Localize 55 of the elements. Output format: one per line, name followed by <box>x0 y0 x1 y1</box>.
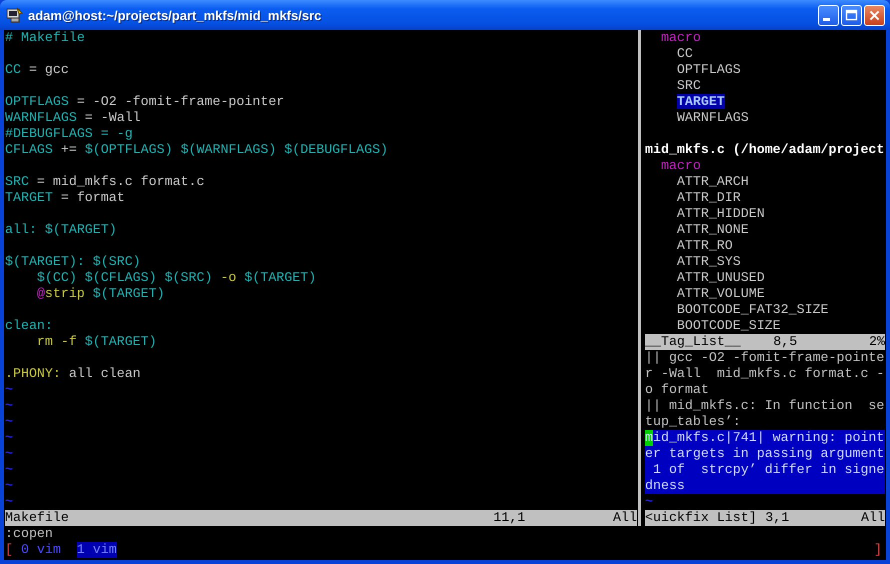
tag-group-label: macro <box>660 158 701 173</box>
code-line: @strip $(TARGET) <box>36 286 166 302</box>
tag-item[interactable]: OPTFLAGS <box>676 62 741 77</box>
tag-item[interactable]: TARGET <box>676 94 725 109</box>
minimize-button[interactable] <box>818 4 839 26</box>
empty-line-marker: ~ <box>5 382 14 398</box>
empty-line-marker: ~ <box>645 494 654 510</box>
quickfix-entry[interactable]: || gcc -O2 -fomit-frame-pointe r -Wall mid_mkfs.c format.c - o format <box>645 350 885 398</box>
tag-item[interactable]: ATTR_ARCH <box>676 174 749 189</box>
tag-item[interactable]: BOOTCODE_FAT32_SIZE <box>676 302 829 317</box>
tag-group-label: macro <box>660 30 701 45</box>
screen-window-tab[interactable]: 1 vim <box>76 542 117 558</box>
maximize-button[interactable] <box>841 4 862 26</box>
code-line: # Makefile <box>5 30 86 46</box>
tag-item[interactable]: ATTR_VOLUME <box>676 286 765 301</box>
file-heading[interactable]: mid_mkfs.c (/home/adam/project <box>645 142 885 158</box>
code-line: CC = gcc <box>5 62 70 78</box>
tag-item[interactable]: SRC <box>676 78 701 93</box>
minimize-icon <box>823 18 830 20</box>
bracket-mark: ] <box>874 542 882 558</box>
code-line: WARNFLAGS = -Wall <box>5 110 142 126</box>
screen-window-tab[interactable]: 0 vim <box>20 542 61 558</box>
code-line: TARGET = format <box>5 190 126 206</box>
tag-item[interactable]: CC <box>676 46 693 61</box>
empty-line-marker: ~ <box>5 462 14 478</box>
empty-line-marker: ~ <box>5 446 14 462</box>
tag-item[interactable]: ATTR_SYS <box>676 254 741 269</box>
code-line: #DEBUGFLAGS = -g <box>5 126 134 142</box>
tag-item[interactable]: ATTR_UNUSED <box>676 270 765 285</box>
code-line: $(CC) $(CFLAGS) $(SRC) -o $(TARGET) <box>36 270 318 286</box>
tag-item[interactable]: ATTR_RO <box>676 238 733 253</box>
tag-item[interactable]: ATTR_NONE <box>676 222 749 237</box>
tag-item[interactable]: WARNFLAGS <box>676 110 749 125</box>
code-line: rm -f $(TARGET) <box>36 334 158 350</box>
empty-line-marker: ~ <box>5 398 14 414</box>
code-line: clean: <box>5 318 54 334</box>
command-line[interactable]: :copen <box>5 526 886 542</box>
quickfix-entry[interactable]: || mid_mkfs.c: In function se tup_tables’: <box>645 398 885 430</box>
empty-line-marker: ~ <box>5 494 14 510</box>
code-line: .PHONY: all clean <box>5 366 142 382</box>
code-line: $(TARGET): $(SRC) <box>5 254 142 270</box>
code-line: all: $(TARGET) <box>5 222 118 238</box>
empty-line-marker: ~ <box>5 414 14 430</box>
terminal-icon <box>6 6 24 24</box>
tag-item[interactable]: ATTR_DIR <box>676 190 741 205</box>
tag-item[interactable]: ATTR_HIDDEN <box>676 206 765 221</box>
tag-item[interactable]: BOOTCODE_SIZE <box>676 318 781 333</box>
code-line: CFLAGS += $(OPTFLAGS) $(WARNFLAGS) $(DEBUGFLAGS) <box>5 142 390 158</box>
bracket-mark: [ <box>5 542 13 558</box>
empty-line-marker: ~ <box>5 430 14 446</box>
empty-line-marker: ~ <box>5 478 14 494</box>
window-title: adam@host:~/projects/part_mkfs/mid_mkfs/src <box>28 8 322 22</box>
code-line: SRC = mid_mkfs.c format.c <box>5 174 206 190</box>
close-button[interactable] <box>864 4 885 26</box>
code-line: OPTFLAGS = -O2 -fomit-frame-pointer <box>5 94 286 110</box>
